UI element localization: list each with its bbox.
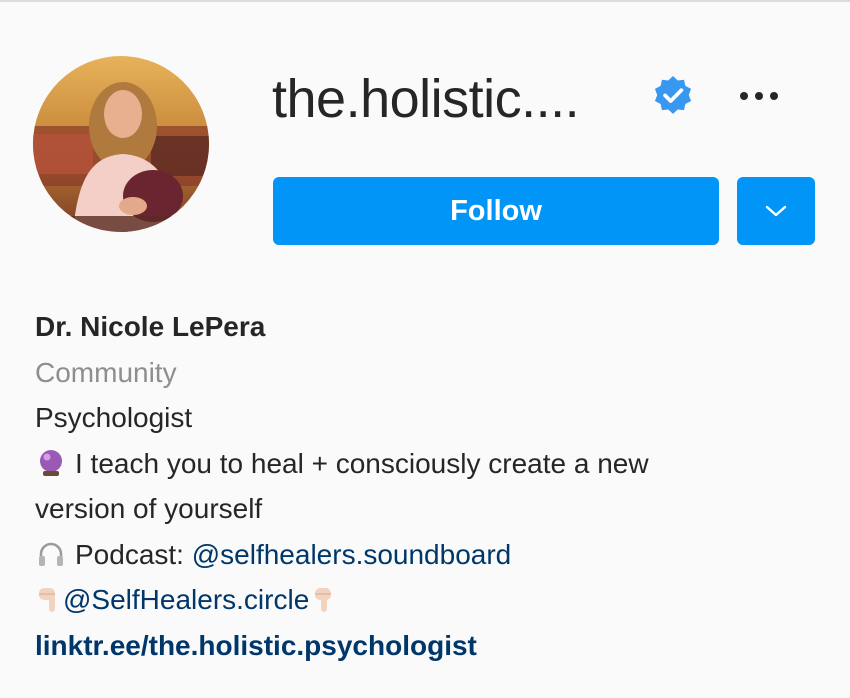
verified-badge-icon [652,75,694,117]
bio-line: @SelfHealers.circle [35,577,825,623]
more-options-icon[interactable] [733,78,785,114]
profile-bio: Dr. Nicole LePera Community Psychologist… [35,304,825,668]
bio-line: version of yourself [35,493,263,524]
headphones-icon [39,543,63,567]
top-divider [0,0,850,2]
podcast-mention-link[interactable]: @selfhealers.soundboard [192,532,512,578]
podcast-label: Podcast: [75,538,192,570]
username: the.holistic.... [272,69,580,129]
circle-mention-link[interactable]: @SelfHealers.circle [63,577,309,623]
pointing-down-hand-icon [39,587,55,612]
bio-text: I teach you to heal + consciously create… [75,447,649,479]
suggested-accounts-dropdown-button[interactable] [737,177,815,245]
chevron-down-icon [765,205,787,217]
follow-button[interactable]: Follow [273,177,719,245]
category-label: Community [35,356,177,388]
full-name: Dr. Nicole LePera [35,311,266,342]
bio-line: Psychologist [35,402,193,433]
bio-line: I teach you to heal + consciously create… [35,441,825,487]
external-link[interactable]: linktr.ee/the.holistic.psychologist [35,623,825,669]
bio-line: Podcast: @selfhealers.soundboard [35,532,825,578]
pointing-down-hand-icon [315,587,332,612]
avatar[interactable] [33,56,209,232]
crystal-ball-icon [40,450,62,477]
